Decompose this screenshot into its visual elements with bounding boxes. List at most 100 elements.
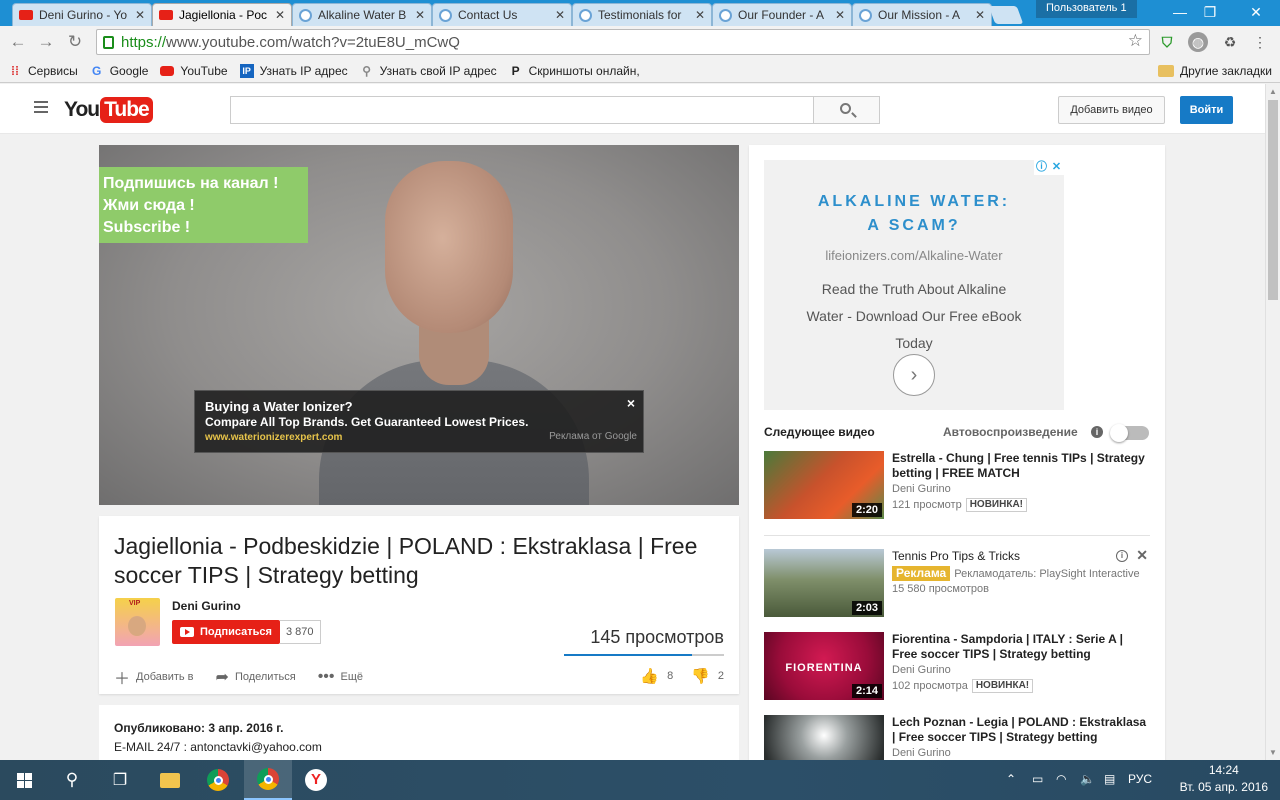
file-explorer-icon[interactable] [146,760,194,800]
bookmark-my-ip[interactable]: ⚲ Узнать свой IP адрес [360,64,496,78]
autoplay-toggle[interactable] [1110,424,1149,442]
back-icon[interactable]: ← [6,30,30,54]
related-title[interactable]: Lech Poznan - Legia | POLAND : Ekstrakla… [892,715,1150,745]
more-button[interactable]: ••• Ещё [318,668,363,686]
bookmark-star-icon[interactable]: ☆ [1128,31,1143,51]
close-icon[interactable]: ✕ [275,8,285,22]
related-video[interactable]: 2:20 Estrella - Chung | Free tennis TIPs… [764,451,1150,521]
chevron-right-icon[interactable]: › [893,354,935,396]
add-to-button[interactable]: ＋ Добавить в [114,665,194,689]
bookmark-youtube[interactable]: YouTube [160,64,228,78]
video-player[interactable]: Подпишись на канал ! Жми сюда ! Subscrib… [99,145,739,505]
language-indicator[interactable]: РУС [1128,772,1152,786]
search-button[interactable] [813,96,880,124]
windows-start-icon[interactable] [0,760,48,800]
scroll-up-icon[interactable]: ▲ [1269,87,1277,96]
thumbs-up-icon[interactable]: 👍 [640,667,659,685]
close-icon[interactable]: ✕ [135,8,145,22]
battery-icon[interactable]: ▭ [1032,772,1043,786]
video-thumbnail[interactable] [764,715,884,760]
url-text: www.youtube.com/watch?v=2tuE8U_mCwQ [166,33,460,51]
adchoices[interactable]: ⓘ ✕ [1034,160,1064,175]
thumbs-down-icon[interactable]: 👎 [691,667,710,685]
related-video[interactable]: FIORENTINA 2:14 Fiorentina - Sampdoria |… [764,632,1150,702]
share-button[interactable]: ➦ Поделиться [216,667,296,687]
bookmark-screenshots[interactable]: P Скриншоты онлайн, [509,64,640,78]
chrome-icon[interactable] [244,760,292,800]
close-icon[interactable]: ✕ [835,8,845,22]
video-duration: 2:14 [851,684,882,698]
other-bookmarks[interactable]: Другие закладки [1158,64,1272,78]
close-icon[interactable]: ✕ [1136,547,1148,564]
wifi-icon[interactable]: ◠ [1056,772,1066,786]
scrollbar-thumb[interactable] [1268,100,1278,300]
yandex-browser-icon[interactable]: Y [292,760,340,800]
recycle-extension-icon[interactable]: ♻ [1220,32,1240,52]
browser-tab[interactable]: Contact Us ✕ [432,3,572,26]
related-video[interactable]: Lech Poznan - Legia | POLAND : Ekstrakla… [764,715,1150,760]
menu-icon[interactable]: ⋮ [1250,32,1270,52]
close-window-icon[interactable]: ✕ [1236,2,1276,22]
upload-button[interactable]: Добавить видео [1058,96,1165,124]
message-icon[interactable]: ▤ [1104,772,1115,786]
hamburger-menu-icon[interactable] [34,101,48,113]
channel-avatar[interactable]: VIP [115,598,160,646]
video-duration: 2:03 [851,601,882,615]
display-ad[interactable]: ⓘ ✕ ALKALINE WATER: A SCAM? lifeionizers… [764,160,1064,410]
forward-icon[interactable]: → [34,30,58,54]
close-icon[interactable]: × [627,395,635,411]
scroll-down-icon[interactable]: ▼ [1269,748,1277,757]
browser-tab[interactable]: Our Mission - A ✕ [852,3,992,26]
related-channel: Deni Gurino [892,483,951,495]
generic-page-icon [859,8,872,22]
channel-name[interactable]: Deni Gurino [172,599,241,613]
address-bar[interactable]: https://www.youtube.com/watch?v=2tuE8U_m… [96,29,1150,55]
subscribe-button[interactable]: Подписаться [172,620,280,644]
bookmark-google[interactable]: G Google [90,64,148,78]
volume-icon[interactable]: 🔈 [1080,772,1095,786]
promoted-video[interactable]: 2:03 Tennis Pro Tips & Tricks i ✕ Реклам… [764,547,1150,619]
info-icon[interactable]: i [1116,550,1128,562]
close-icon[interactable]: ✕ [975,8,985,22]
task-view-icon[interactable]: ❐ [96,760,144,800]
video-thumbnail[interactable]: 2:03 [764,549,884,617]
reload-icon[interactable]: ↻ [63,30,87,54]
search-icon[interactable]: ⚲ [48,760,96,800]
page-scrollbar[interactable]: ▲ ▼ [1265,84,1280,760]
related-title[interactable]: Fiorentina - Sampdoria | ITALY : Serie A… [892,632,1150,662]
ad-info-icon[interactable]: ⓘ [1034,160,1049,175]
video-thumbnail[interactable]: FIORENTINA 2:14 [764,632,884,700]
browser-tab[interactable]: Our Founder - A ✕ [712,3,852,26]
video-thumbnail[interactable]: 2:20 [764,451,884,519]
browser-tab[interactable]: Alkaline Water B ✕ [292,3,432,26]
info-icon[interactable]: i [1091,426,1103,438]
other-bookmarks-label: Другие закладки [1180,63,1272,78]
clock[interactable]: 14:24 Вт. 05 апр. 2016 [1180,762,1268,796]
overlay-ad[interactable]: Buying a Water Ionizer? Compare All Top … [194,390,644,453]
close-icon[interactable]: ✕ [555,8,565,22]
tab-label: Our Mission - A [878,8,961,22]
windows-taskbar: ⚲ ❐ Y ⌃ ▭ ◠ 🔈 ▤ РУС 14:24 Вт. 05 апр. 20… [0,760,1280,800]
clock-date: Вт. 05 апр. 2016 [1179,780,1268,794]
subscribe-annotation[interactable]: Подпишись на канал ! Жми сюда ! Subscrib… [99,167,308,243]
youtube-logo[interactable]: You Tube [64,95,153,125]
new-tab-button[interactable] [988,6,1024,24]
close-icon[interactable]: ✕ [1049,160,1064,175]
chevron-up-icon[interactable]: ⌃ [1006,772,1016,786]
maximize-icon[interactable]: ❐ [1190,2,1230,22]
shield-extension-icon[interactable]: ⛉ [1157,32,1177,52]
related-title[interactable]: Tennis Pro Tips & Tricks [892,549,1150,564]
bookmark-apps[interactable]: ⁞⁞ Сервисы [8,64,78,78]
chrome-icon[interactable] [194,760,242,800]
browser-tab[interactable]: Deni Gurino - Yo ✕ [12,3,152,26]
sign-in-button[interactable]: Войти [1180,96,1233,124]
globe-extension-icon[interactable]: ◍ [1188,32,1208,52]
close-icon[interactable]: ✕ [415,8,425,22]
browser-tab[interactable]: Testimonials for ✕ [572,3,712,26]
profile-button[interactable]: Пользователь 1 [1036,0,1137,18]
browser-tab-active[interactable]: Jagiellonia - Poc ✕ [152,3,292,26]
search-input[interactable] [230,96,814,124]
bookmark-ip[interactable]: IP Узнать IP адрес [239,63,348,78]
close-icon[interactable]: ✕ [695,8,705,22]
related-title[interactable]: Estrella - Chung | Free tennis TIPs | St… [892,451,1150,481]
